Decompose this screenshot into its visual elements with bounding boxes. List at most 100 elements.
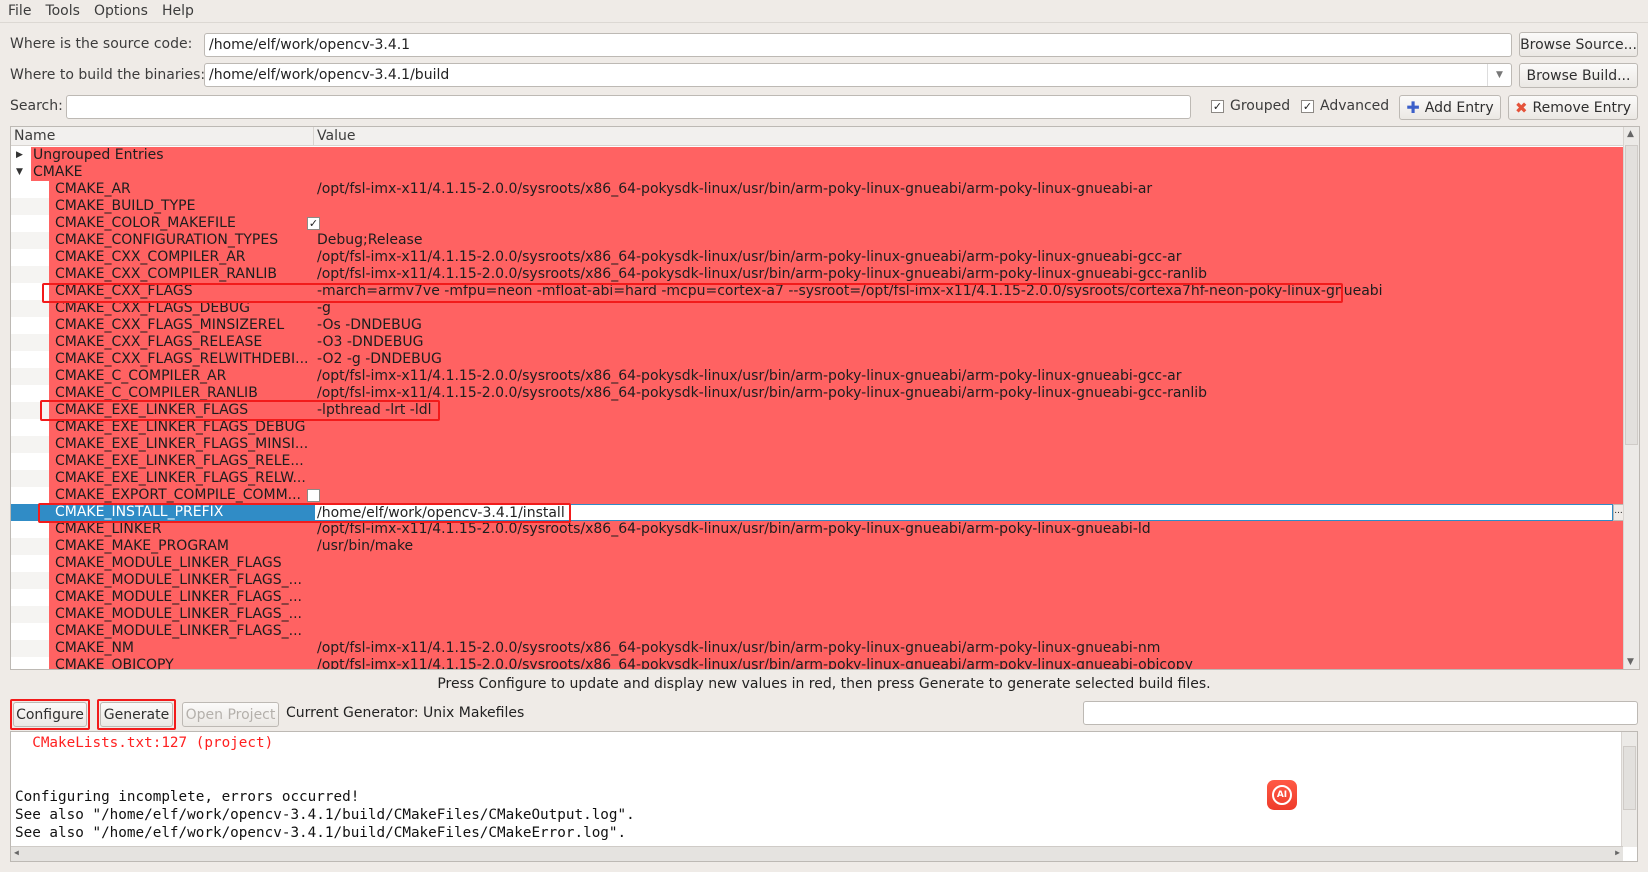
row-indent (11, 317, 49, 334)
table-row[interactable]: CMAKE_MODULE_LINKER_FLAGS_... (11, 589, 1624, 606)
menu-file[interactable]: File (8, 3, 31, 19)
table-row[interactable]: CMAKE_EXPORT_COMPILE_COMM... (11, 487, 1624, 504)
scrollbar-thumb[interactable] (1625, 145, 1638, 445)
row-indent (11, 623, 49, 640)
table-row[interactable]: CMAKE_MAKE_PROGRAM/usr/bin/make (11, 538, 1624, 555)
entry-value[interactable]: -Os -DNDEBUG (317, 317, 1604, 334)
output-horizontal-scrollbar[interactable]: ◀ ▶ (11, 846, 1623, 861)
entry-value[interactable]: -march=armv7ve -mfpu=neon -mfloat-abi=ha… (317, 283, 1604, 300)
search-input[interactable] (66, 95, 1191, 119)
entry-value[interactable]: Debug;Release (317, 232, 1604, 249)
entry-name: CMAKE_EXE_LINKER_FLAGS_DEBUG (55, 419, 306, 435)
tree-group-row[interactable]: ▶ Ungrouped Entries (11, 147, 1624, 164)
scroll-down-icon[interactable]: ▼ (1627, 657, 1634, 667)
entry-value[interactable]: -O2 -g -DNDEBUG (317, 351, 1604, 368)
table-row[interactable]: CMAKE_MODULE_LINKER_FLAGS_... (11, 606, 1624, 623)
entry-value[interactable]: /opt/fsl-imx-x11/4.1.15-2.0.0/sysroots/x… (317, 249, 1604, 266)
expanded-arrow-icon[interactable]: ▼ (16, 164, 23, 181)
entry-value[interactable]: /opt/fsl-imx-x11/4.1.15-2.0.0/sysroots/x… (317, 181, 1604, 198)
source-path-input[interactable]: /home/elf/work/opencv-3.4.1 (204, 33, 1512, 57)
entry-value[interactable]: /opt/fsl-imx-x11/4.1.15-2.0.0/sysroots/x… (317, 640, 1604, 657)
table-row[interactable]: CMAKE_CXX_COMPILER_RANLIB/opt/fsl-imx-x1… (11, 266, 1624, 283)
scroll-up-icon[interactable]: ▲ (1627, 129, 1634, 139)
entry-value[interactable]: -lpthread -lrt -ldl (317, 402, 1604, 419)
table-row[interactable]: CMAKE_LINKER/opt/fsl-imx-x11/4.1.15-2.0.… (11, 521, 1624, 538)
advanced-checkbox[interactable]: ✓ Advanced (1301, 98, 1389, 114)
collapsed-arrow-icon[interactable]: ▶ (16, 147, 23, 164)
output-log[interactable]: CMakeLists.txt:127 (project) Configuring… (10, 731, 1638, 862)
group-name: Ungrouped Entries (33, 147, 164, 163)
entry-value[interactable]: /opt/fsl-imx-x11/4.1.15-2.0.0/sysroots/x… (317, 368, 1604, 385)
header-value[interactable]: Value (314, 127, 355, 146)
row-indent (11, 215, 49, 232)
table-row[interactable]: CMAKE_CXX_FLAGS_MINSIZEREL -Os -DNDEBUG (11, 317, 1624, 334)
output-vertical-scrollbar[interactable] (1621, 732, 1637, 847)
entry-value[interactable]: -g (317, 300, 1604, 317)
remove-entry-button[interactable]: ✖ Remove Entry (1508, 95, 1638, 120)
table-row[interactable]: CMAKE_EXE_LINKER_FLAGS_RELE... (11, 453, 1624, 470)
table-row[interactable]: CMAKE_INSTALL_PREFIX/home/elf/work/openc… (11, 504, 1624, 521)
table-row[interactable]: CMAKE_EXE_LINKER_FLAGS -lpthread -lrt -ld… (11, 402, 1624, 419)
table-row[interactable]: CMAKE_EXE_LINKER_FLAGS_RELW... (11, 470, 1624, 487)
entry-name: CMAKE_CXX_COMPILER_AR (55, 249, 246, 265)
table-row[interactable]: CMAKE_MODULE_LINKER_FLAGS (11, 555, 1624, 572)
table-row[interactable]: CMAKE_C_COMPILER_RANLIB/opt/fsl-imx-x11/… (11, 385, 1624, 402)
open-project-button[interactable]: Open Project (182, 702, 279, 727)
table-row[interactable]: CMAKE_EXE_LINKER_FLAGS_DEBUG (11, 419, 1624, 436)
tree-group-row[interactable]: ▼ CMAKE (11, 164, 1624, 181)
table-row[interactable]: CMAKE_EXE_LINKER_FLAGS_MINSI... (11, 436, 1624, 453)
ai-assistant-icon[interactable]: AI (1267, 780, 1297, 810)
entry-value[interactable]: -O3 -DNDEBUG (317, 334, 1604, 351)
chevron-down-icon[interactable]: ▼ (1487, 64, 1511, 86)
row-indent (11, 385, 49, 402)
scroll-right-icon[interactable]: ▶ (1615, 848, 1620, 857)
build-path-combo[interactable]: /home/elf/work/opencv-3.4.1/build ▼ (204, 63, 1512, 87)
table-row[interactable]: CMAKE_CXX_FLAGS_RELWITHDEBI... -O2 -g -DN… (11, 351, 1624, 368)
cache-entries-tree[interactable]: Name Value ▶ Ungrouped Entries ▼ CMAKE CMAKE… (10, 126, 1640, 670)
menu-help[interactable]: Help (162, 3, 194, 19)
entry-name: CMAKE_BUILD_TYPE (55, 198, 196, 214)
unchecked-checkbox[interactable] (307, 489, 320, 502)
entry-value[interactable]: /opt/fsl-imx-x11/4.1.15-2.0.0/sysroots/x… (317, 657, 1604, 669)
advanced-label: Advanced (1320, 98, 1390, 114)
generate-button[interactable]: Generate (100, 702, 173, 727)
table-row[interactable]: CMAKE_CXX_FLAGS_RELEASE -O3 -DNDEBUG (11, 334, 1624, 351)
entry-value[interactable]: /opt/fsl-imx-x11/4.1.15-2.0.0/sysroots/x… (317, 521, 1604, 538)
table-row[interactable]: CMAKE_BUILD_TYPE (11, 198, 1624, 215)
menu-tools[interactable]: Tools (45, 3, 80, 19)
row-indent (11, 504, 49, 521)
scroll-left-icon[interactable]: ◀ (14, 848, 19, 857)
table-row[interactable]: CMAKE_AR/opt/fsl-imx-x11/4.1.15-2.0.0/sy… (11, 181, 1624, 198)
row-indent (11, 470, 49, 487)
table-row[interactable]: CMAKE_COLOR_MAKEFILE ✓ (11, 215, 1624, 232)
row-indent (11, 521, 49, 538)
vertical-scrollbar[interactable]: ▲ ▼ (1623, 127, 1639, 669)
entry-value[interactable]: /opt/fsl-imx-x11/4.1.15-2.0.0/sysroots/x… (317, 385, 1604, 402)
output-line: CMakeLists.txt:127 (project) (15, 735, 274, 751)
entry-value[interactable]: /opt/fsl-imx-x11/4.1.15-2.0.0/sysroots/x… (317, 266, 1604, 283)
entry-name: CMAKE_CXX_FLAGS_RELWITHDEBI... (55, 351, 309, 367)
table-row[interactable]: CMAKE_CONFIGURATION_TYPES Debug;Release (11, 232, 1624, 249)
entry-name: CMAKE_AR (55, 181, 131, 197)
table-row[interactable]: CMAKE_MODULE_LINKER_FLAGS_... (11, 572, 1624, 589)
table-row[interactable]: CMAKE_MODULE_LINKER_FLAGS_... (11, 623, 1624, 640)
row-indent (11, 249, 49, 266)
browse-build-button[interactable]: Browse Build... (1519, 63, 1638, 88)
table-row[interactable]: CMAKE_CXX_FLAGS -march=armv7ve -mfpu=neon… (11, 283, 1624, 300)
table-row[interactable]: CMAKE_NM/opt/fsl-imx-x11/4.1.15-2.0.0/sy… (11, 640, 1624, 657)
table-row[interactable]: CMAKE_CXX_FLAGS_DEBUG -g (11, 300, 1624, 317)
table-row[interactable]: CMAKE_OBJCOPY/opt/fsl-imx-x11/4.1.15-2.0… (11, 657, 1624, 669)
tree-rows: ▶ Ungrouped Entries ▼ CMAKE CMAKE_AR/opt/fsl… (11, 147, 1624, 669)
value-edit-input[interactable]: /home/elf/work/opencv-3.4.1/install (314, 504, 1613, 521)
table-row[interactable]: CMAKE_CXX_COMPILER_AR/opt/fsl-imx-x11/4.… (11, 249, 1624, 266)
scrollbar-thumb[interactable] (1623, 746, 1636, 810)
header-name[interactable]: Name (11, 127, 314, 146)
add-entry-button[interactable]: ✚ Add Entry (1399, 95, 1501, 120)
checked-checkbox[interactable]: ✓ (307, 217, 320, 230)
table-row[interactable]: CMAKE_C_COMPILER_AR/opt/fsl-imx-x11/4.1.… (11, 368, 1624, 385)
menu-options[interactable]: Options (94, 3, 148, 19)
browse-source-button[interactable]: Browse Source... (1519, 32, 1638, 57)
grouped-checkbox[interactable]: ✓ Grouped (1211, 98, 1290, 114)
configure-button[interactable]: Configure (13, 702, 87, 727)
entry-value[interactable]: /usr/bin/make (317, 538, 1604, 555)
